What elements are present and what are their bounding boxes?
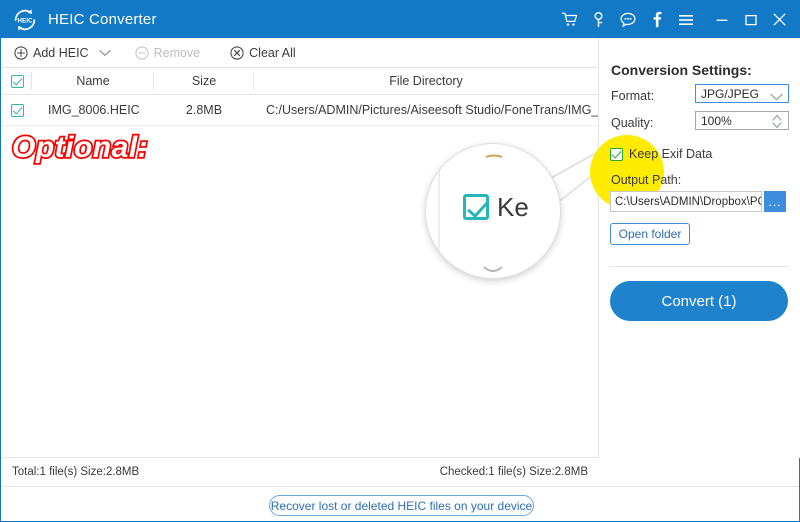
add-heic-label: Add HEIC	[33, 46, 89, 60]
browse-button[interactable]: ...	[764, 191, 786, 212]
output-path-input[interactable]: C:\Users\ADMIN\Dropbox\PC\	[610, 191, 762, 212]
chat-icon[interactable]	[613, 1, 642, 38]
clear-all-label: Clear All	[249, 46, 296, 60]
plus-circle-icon	[14, 46, 28, 60]
optional-annotation-label: Optional:	[10, 129, 149, 166]
status-bar: Total:1 file(s) Size:2.8MB Checked:1 fil…	[2, 458, 598, 486]
column-header-directory-label: File Directory	[389, 74, 463, 88]
output-path-value: C:\Users\ADMIN\Dropbox\PC\	[615, 195, 762, 208]
format-value: JPG/JPEG	[701, 86, 760, 101]
remove-label: Remove	[153, 46, 201, 60]
row-cell-name: IMG_8006.HEIC	[48, 103, 140, 117]
facebook-icon[interactable]	[642, 1, 671, 38]
row-cell-directory: C:/Users/ADMIN/Pictures/Aiseesoft Studio…	[266, 103, 598, 117]
checkbox-icon	[610, 147, 623, 161]
status-checked: Checked:1 file(s) Size:2.8MB	[439, 466, 588, 478]
keep-exif-data-checkbox[interactable]: Keep Exif Data	[610, 147, 712, 161]
add-heic-dropdown-button[interactable]	[93, 38, 117, 68]
maximize-icon[interactable]	[736, 1, 765, 38]
panel-title: Conversion Settings:	[611, 62, 752, 78]
add-heic-button[interactable]: Add HEIC	[10, 38, 93, 68]
row-checkbox[interactable]	[2, 95, 32, 125]
panel-divider-line	[609, 266, 789, 267]
app-title: HEIC Converter	[48, 11, 157, 28]
column-header-size-label: Size	[191, 74, 217, 88]
column-header-directory[interactable]: File Directory	[254, 68, 598, 94]
column-header-name-label: Name	[76, 74, 110, 88]
select-all-checkbox[interactable]	[2, 68, 32, 94]
title-bar-icons	[555, 1, 800, 38]
magnified-arcs	[483, 154, 503, 272]
cart-icon[interactable]	[555, 1, 584, 38]
toolbar: Add HEIC Remove Clear All	[2, 38, 598, 68]
status-total: Total:1 file(s) Size:2.8MB	[12, 466, 140, 478]
menu-icon[interactable]	[671, 1, 700, 38]
close-icon[interactable]	[765, 1, 794, 38]
format-select[interactable]: JPG/JPEG	[695, 84, 789, 103]
open-folder-button[interactable]: Open folder	[610, 223, 690, 245]
clear-all-button[interactable]: Clear All	[226, 38, 300, 68]
chevron-down-icon	[98, 44, 111, 62]
table-row[interactable]: IMG_8006.HEIC 2.8MB C:/Users/ADMIN/Pictu…	[2, 95, 598, 125]
table-header: Name Size File Directory	[2, 68, 598, 94]
column-header-name[interactable]: Name	[32, 68, 154, 94]
remove-button: Remove	[131, 38, 205, 68]
minimize-icon[interactable]	[707, 1, 736, 38]
checkbox-icon	[10, 74, 24, 88]
chevron-down-icon	[770, 89, 783, 107]
output-path-label: Output Path:	[611, 173, 682, 187]
checkbox-icon	[10, 103, 24, 117]
key-icon[interactable]	[584, 1, 613, 38]
svg-text:HEIC: HEIC	[17, 17, 33, 24]
bottom-bar: Recover lost or deleted HEIC files on yo…	[2, 487, 799, 521]
quality-value: 100%	[701, 113, 732, 128]
minus-circle-icon	[134, 46, 149, 60]
convert-button[interactable]: Convert (1)	[610, 281, 788, 321]
title-bar: HEIC HEIC Converter	[1, 1, 800, 38]
recover-files-button[interactable]: Recover lost or deleted HEIC files on yo…	[269, 495, 534, 516]
format-label: Format:	[611, 89, 655, 103]
heic-refresh-logo-icon: HEIC	[11, 6, 39, 34]
magnifier-content: Ke	[426, 144, 560, 278]
quality-label: Quality:	[611, 116, 654, 130]
spinner-updown-icon[interactable]	[771, 114, 783, 134]
table-row-divider	[2, 125, 598, 126]
conversion-settings-panel: Conversion Settings: Format: JPG/JPEG Qu…	[590, 38, 800, 458]
x-circle-icon	[230, 46, 244, 60]
row-cell-size: 2.8MB	[185, 103, 223, 117]
keep-exif-data-label: Keep Exif Data	[629, 147, 713, 161]
quality-stepper[interactable]: 100%	[695, 111, 789, 130]
app-window: HEIC HEIC Converter Add HEIC Remove Clea…	[0, 0, 800, 522]
magnifier-lens: Ke	[425, 143, 561, 279]
column-header-size[interactable]: Size	[154, 68, 254, 94]
